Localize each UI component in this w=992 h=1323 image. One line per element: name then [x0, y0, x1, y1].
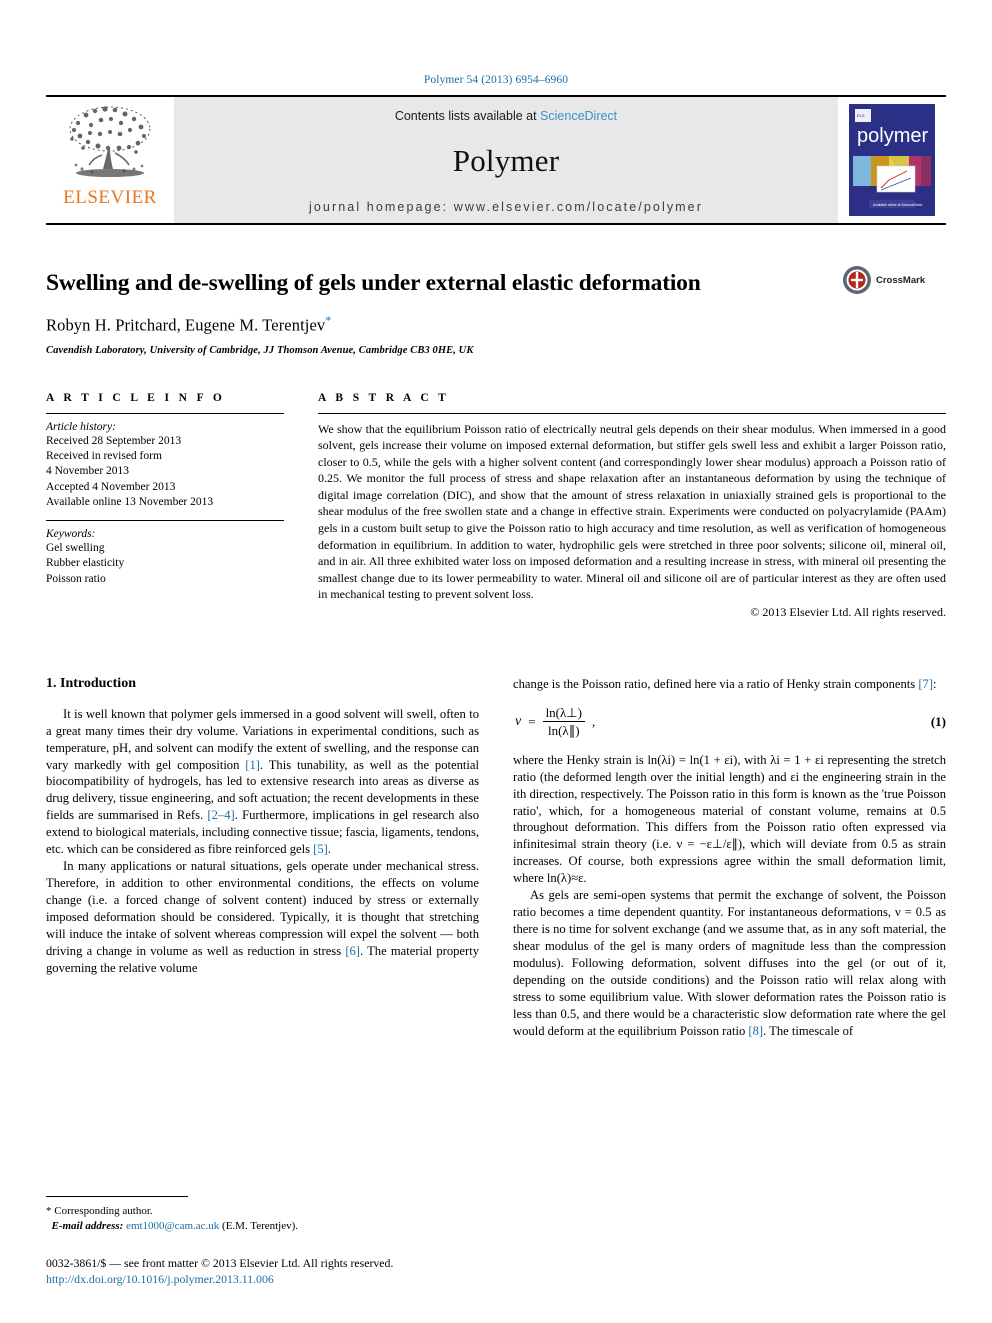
keyword-item: Gel swelling — [46, 542, 105, 555]
equation-comma: , — [591, 714, 596, 730]
history-item: Accepted 4 November 2013 — [46, 480, 176, 493]
history-item: Received 28 September 2013 — [46, 434, 182, 447]
journal-title: Polymer — [452, 142, 560, 178]
issn-block: 0032-3861/$ — see front matter © 2013 El… — [46, 1255, 486, 1287]
info-abstract-row: A R T I C L E I N F O Article history: R… — [46, 392, 946, 620]
citation-link[interactable]: [1] — [245, 758, 260, 772]
paragraph: where the Henky strain is ln(λi) = ln(1 … — [513, 752, 946, 886]
divider — [46, 520, 284, 522]
equation-denominator: ln(λ∥) — [547, 723, 580, 739]
contents-prefix: Contents lists available at — [394, 109, 541, 123]
title-block: Swelling and de-swelling of gels under e… — [46, 266, 946, 356]
svg-text:ELS: ELS — [857, 113, 865, 118]
keyword-item: Rubber elasticity — [46, 557, 125, 570]
email-suffix: (E.M. Terentjev). — [222, 1219, 299, 1232]
paragraph: In many applications or natural situatio… — [46, 858, 479, 977]
masthead-center: Contents lists available at ScienceDirec… — [174, 97, 838, 223]
equation-equals: = — [528, 714, 536, 730]
history-item: 4 November 2013 — [46, 465, 130, 478]
citation-link[interactable]: [8] — [748, 1024, 763, 1038]
equation-fraction: ln(λ⊥) ln(λ∥) — [542, 705, 585, 739]
abstract-column: A B S T R A C T We show that the equilib… — [318, 392, 946, 620]
history-item: Available online 13 November 2013 — [46, 495, 214, 508]
issn-line: 0032-3861/$ — see front matter © 2013 El… — [46, 1256, 394, 1271]
equation-1: ν = ln(λ⊥) ln(λ∥) , (1) — [513, 705, 946, 739]
paragraph-text: As gels are semi-open systems that permi… — [513, 888, 946, 1038]
section-heading-introduction: 1. Introduction — [46, 675, 136, 691]
footnote-divider — [46, 1195, 188, 1197]
email-note: E-mail address: emt1000@cam.ac.uk (E.M. … — [46, 1219, 486, 1234]
article-history-label: Article history: — [46, 420, 116, 433]
abstract-copyright: © 2013 Elsevier Ltd. All rights reserved… — [750, 604, 946, 619]
author-list: Robyn H. Pritchard, Eugene M. Terentjev* — [46, 313, 836, 336]
email-label: E-mail address: — [51, 1219, 124, 1232]
paragraph-text: . The timescale of — [763, 1023, 854, 1038]
author-names: Robyn H. Pritchard, Eugene M. Terentjev — [46, 315, 326, 335]
paragraph-text: change is the Poisson ratio, defined her… — [513, 676, 919, 691]
cover-image: ELS polymer Available online at ScienceD… — [849, 104, 935, 216]
history-item: Received in revised form — [46, 449, 162, 462]
elsevier-wordmark: ELSEVIER — [63, 187, 157, 208]
svg-text:Available online at ScienceDir: Available online at ScienceDirect — [873, 203, 922, 207]
divider — [318, 412, 946, 414]
article-info-column: A R T I C L E I N F O Article history: R… — [46, 392, 284, 620]
abstract-text: We show that the equilibrium Poisson rat… — [318, 421, 946, 602]
keywords-label: Keywords: — [46, 528, 96, 541]
paragraph-text: : — [933, 676, 937, 691]
crossmark-icon — [843, 266, 871, 294]
elsevier-logo: ELSEVIER — [46, 97, 174, 223]
divider — [46, 412, 284, 414]
article-info-heading: A R T I C L E I N F O — [46, 391, 226, 404]
journal-homepage-link[interactable]: journal homepage: www.elsevier.com/locat… — [309, 200, 703, 214]
equation-body: ν = ln(λ⊥) ln(λ∥) , — [515, 705, 596, 739]
citation-link[interactable]: [6] — [345, 944, 360, 958]
crossmark-badge[interactable]: CrossMark — [842, 265, 946, 295]
body-column-left: 1. Introduction It is well known that po… — [46, 676, 479, 1040]
contents-available-line: Contents lists available at ScienceDirec… — [395, 109, 617, 123]
abstract-heading: A B S T R A C T — [318, 391, 450, 404]
paragraph: change is the Poisson ratio, defined her… — [513, 676, 946, 693]
citation-link[interactable]: [2–4] — [207, 808, 234, 822]
article-page: Polymer 54 (2013) 6954–6960 ELSEVIER Con… — [0, 0, 992, 1323]
equation-number: (1) — [930, 714, 946, 730]
corresponding-author-marker: * — [325, 313, 332, 328]
equation-lhs: ν — [515, 714, 522, 730]
crossmark-label: CrossMark — [876, 274, 926, 286]
equation-numerator: ln(λ⊥) — [542, 705, 585, 723]
journal-cover-thumbnail: ELS polymer Available online at ScienceD… — [838, 97, 946, 223]
email-link[interactable]: emt1000@cam.ac.uk — [126, 1220, 219, 1232]
citation-link[interactable]: [7] — [918, 677, 933, 691]
body-columns: 1. Introduction It is well known that po… — [46, 676, 946, 1040]
page-title: Swelling and de-swelling of gels under e… — [46, 270, 701, 296]
sciencedirect-link[interactable]: ScienceDirect — [540, 109, 617, 123]
elsevier-tree-icon — [69, 106, 151, 177]
keyword-item: Poisson ratio — [46, 572, 106, 585]
paragraph: As gels are semi-open systems that permi… — [513, 887, 946, 1039]
paragraph: It is well known that polymer gels immer… — [46, 706, 479, 858]
body-column-right: change is the Poisson ratio, defined her… — [513, 676, 946, 1040]
corresponding-author-note: * Corresponding author. — [46, 1204, 153, 1217]
citation-link[interactable]: [5] — [313, 842, 328, 856]
paragraph-text: . — [327, 842, 331, 857]
doi-link[interactable]: http://dx.doi.org/10.1016/j.polymer.2013… — [46, 1272, 486, 1287]
running-head: Polymer 54 (2013) 6954–6960 — [423, 74, 569, 86]
affiliation: Cavendish Laboratory, University of Camb… — [46, 344, 474, 356]
journal-masthead: ELSEVIER Contents lists available at Sci… — [46, 95, 946, 225]
page-footer: * Corresponding author. E-mail address: … — [46, 1195, 486, 1287]
svg-text:polymer: polymer — [857, 125, 928, 147]
